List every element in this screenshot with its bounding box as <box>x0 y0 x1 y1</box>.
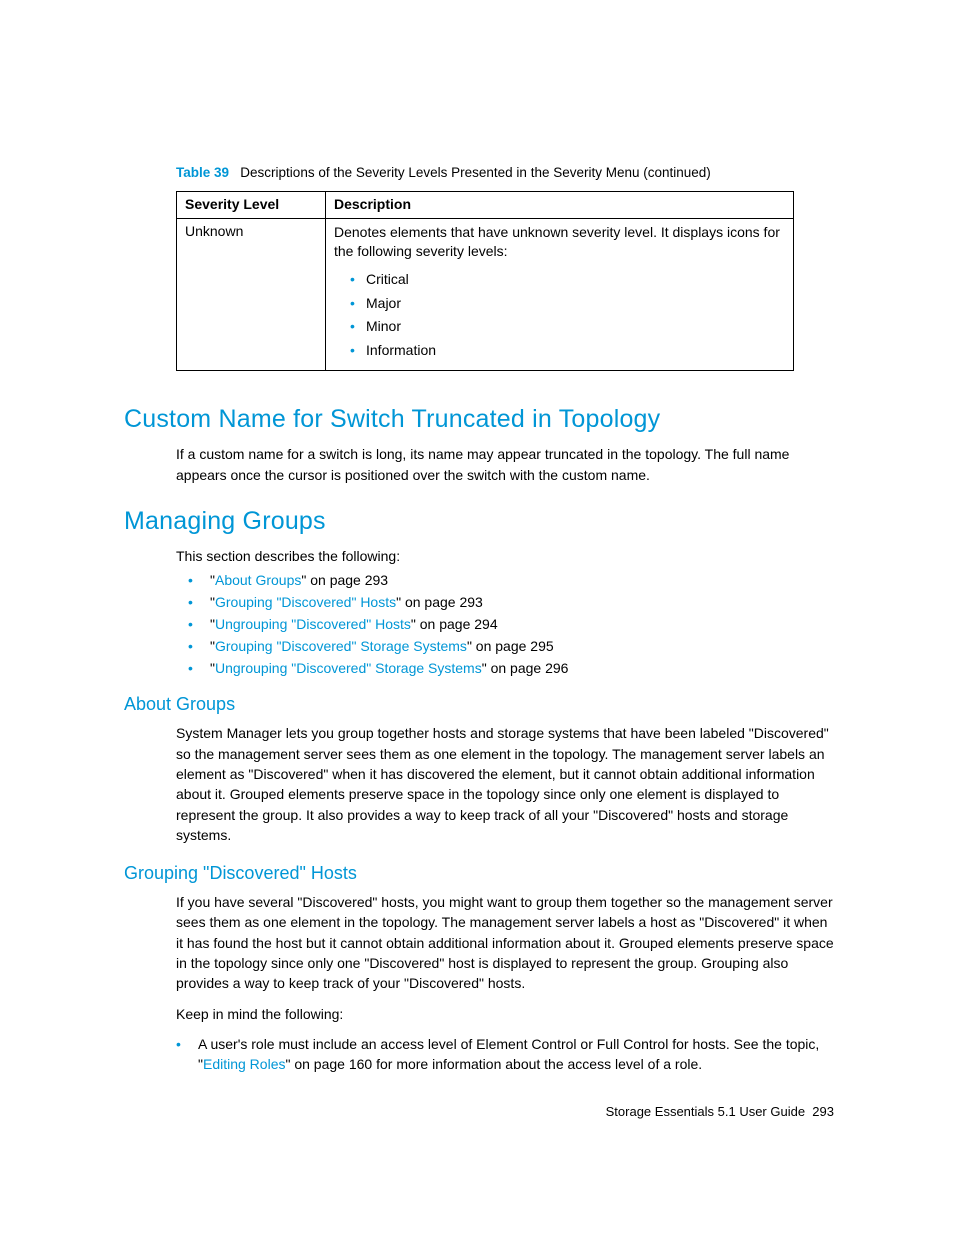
toc-item-grouping-hosts: "Grouping "Discovered" Hosts" on page 29… <box>188 594 834 610</box>
page-footer: Storage Essentials 5.1 User Guide 293 <box>606 1104 834 1119</box>
toc-item-about-groups: "About Groups" on page 293 <box>188 572 834 588</box>
toc-item-ungrouping-hosts: "Ungrouping "Discovered" Hosts" on page … <box>188 616 834 632</box>
para-about-groups: System Manager lets you group together h… <box>176 723 834 845</box>
para-managing-intro: This section describes the following: <box>176 546 834 566</box>
fact1-post: " on page 160 for more information about… <box>285 1056 702 1072</box>
desc-intro-text: Denotes elements that have unknown sever… <box>334 224 780 260</box>
severity-item-information: Information <box>350 341 785 361</box>
link-ungrouping-hosts[interactable]: Ungrouping "Discovered" Hosts <box>215 616 411 632</box>
facts-list: A user's role must include an access lev… <box>176 1034 834 1075</box>
footer-page: 293 <box>812 1104 834 1119</box>
para-custom-name: If a custom name for a switch is long, i… <box>176 444 834 485</box>
severity-inner-list: Critical Major Minor Information <box>350 270 785 360</box>
fact-item-1: A user's role must include an access lev… <box>176 1034 834 1075</box>
table-label: Table 39 <box>176 165 229 180</box>
link-ungrouping-storage[interactable]: Ungrouping "Discovered" Storage Systems <box>215 660 482 676</box>
cell-description: Denotes elements that have unknown sever… <box>326 218 794 371</box>
col-header-severity: Severity Level <box>177 191 326 218</box>
heading-managing-groups: Managing Groups <box>124 507 834 536</box>
link-about-groups[interactable]: About Groups <box>215 572 301 588</box>
toc-item-ungrouping-storage: "Ungrouping "Discovered" Storage Systems… <box>188 660 834 676</box>
table-caption-text: Descriptions of the Severity Levels Pres… <box>240 165 711 180</box>
subheading-grouping-hosts: Grouping "Discovered" Hosts <box>124 863 834 884</box>
footer-title: Storage Essentials 5.1 User Guide <box>606 1104 805 1119</box>
link-grouping-hosts[interactable]: Grouping "Discovered" Hosts <box>215 594 396 610</box>
severity-table: Severity Level Description Unknown Denot… <box>176 191 794 372</box>
heading-custom-name: Custom Name for Switch Truncated in Topo… <box>124 405 834 434</box>
subheading-about-groups: About Groups <box>124 694 834 715</box>
col-header-description: Description <box>326 191 794 218</box>
para-grouping-hosts-2: Keep in mind the following: <box>176 1004 834 1024</box>
toc-item-grouping-storage: "Grouping "Discovered" Storage Systems" … <box>188 638 834 654</box>
toc-list: "About Groups" on page 293 "Grouping "Di… <box>188 572 834 676</box>
severity-item-minor: Minor <box>350 317 785 337</box>
link-editing-roles[interactable]: Editing Roles <box>203 1056 286 1072</box>
link-grouping-storage[interactable]: Grouping "Discovered" Storage Systems <box>215 638 467 654</box>
severity-item-major: Major <box>350 294 785 314</box>
cell-severity-level: Unknown <box>177 218 326 371</box>
severity-item-critical: Critical <box>350 270 785 290</box>
para-grouping-hosts-1: If you have several "Discovered" hosts, … <box>176 892 834 993</box>
table-caption: Table 39 Descriptions of the Severity Le… <box>176 164 834 183</box>
